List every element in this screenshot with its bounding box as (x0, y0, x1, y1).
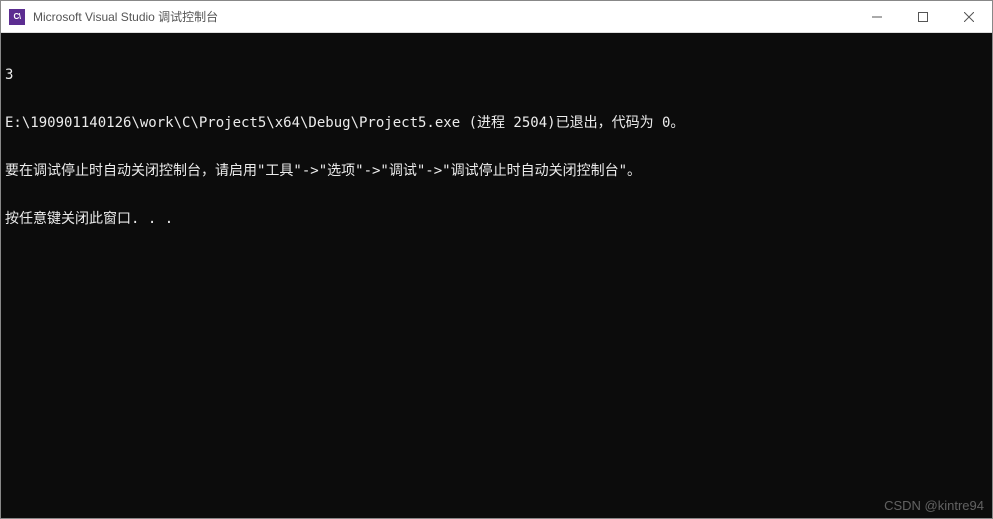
close-button[interactable] (946, 1, 992, 32)
watermark: CSDN @kintre94 (884, 498, 984, 514)
minimize-button[interactable] (854, 1, 900, 32)
maximize-icon (918, 12, 928, 22)
vs-app-icon: C\ (9, 9, 25, 25)
console-line: 3 (5, 67, 988, 83)
console-line: 按任意键关闭此窗口. . . (5, 211, 988, 227)
console-output[interactable]: 3 E:\190901140126\work\C\Project5\x64\De… (1, 33, 992, 518)
window-controls (854, 1, 992, 32)
close-icon (964, 12, 974, 22)
console-line: E:\190901140126\work\C\Project5\x64\Debu… (5, 115, 988, 131)
minimize-icon (872, 12, 882, 22)
window-title: Microsoft Visual Studio 调试控制台 (33, 8, 854, 25)
maximize-button[interactable] (900, 1, 946, 32)
titlebar[interactable]: C\ Microsoft Visual Studio 调试控制台 (1, 1, 992, 33)
console-window: C\ Microsoft Visual Studio 调试控制台 3 (0, 0, 993, 519)
console-line: 要在调试停止时自动关闭控制台，请启用"工具"->"选项"->"调试"->"调试停… (5, 163, 988, 179)
